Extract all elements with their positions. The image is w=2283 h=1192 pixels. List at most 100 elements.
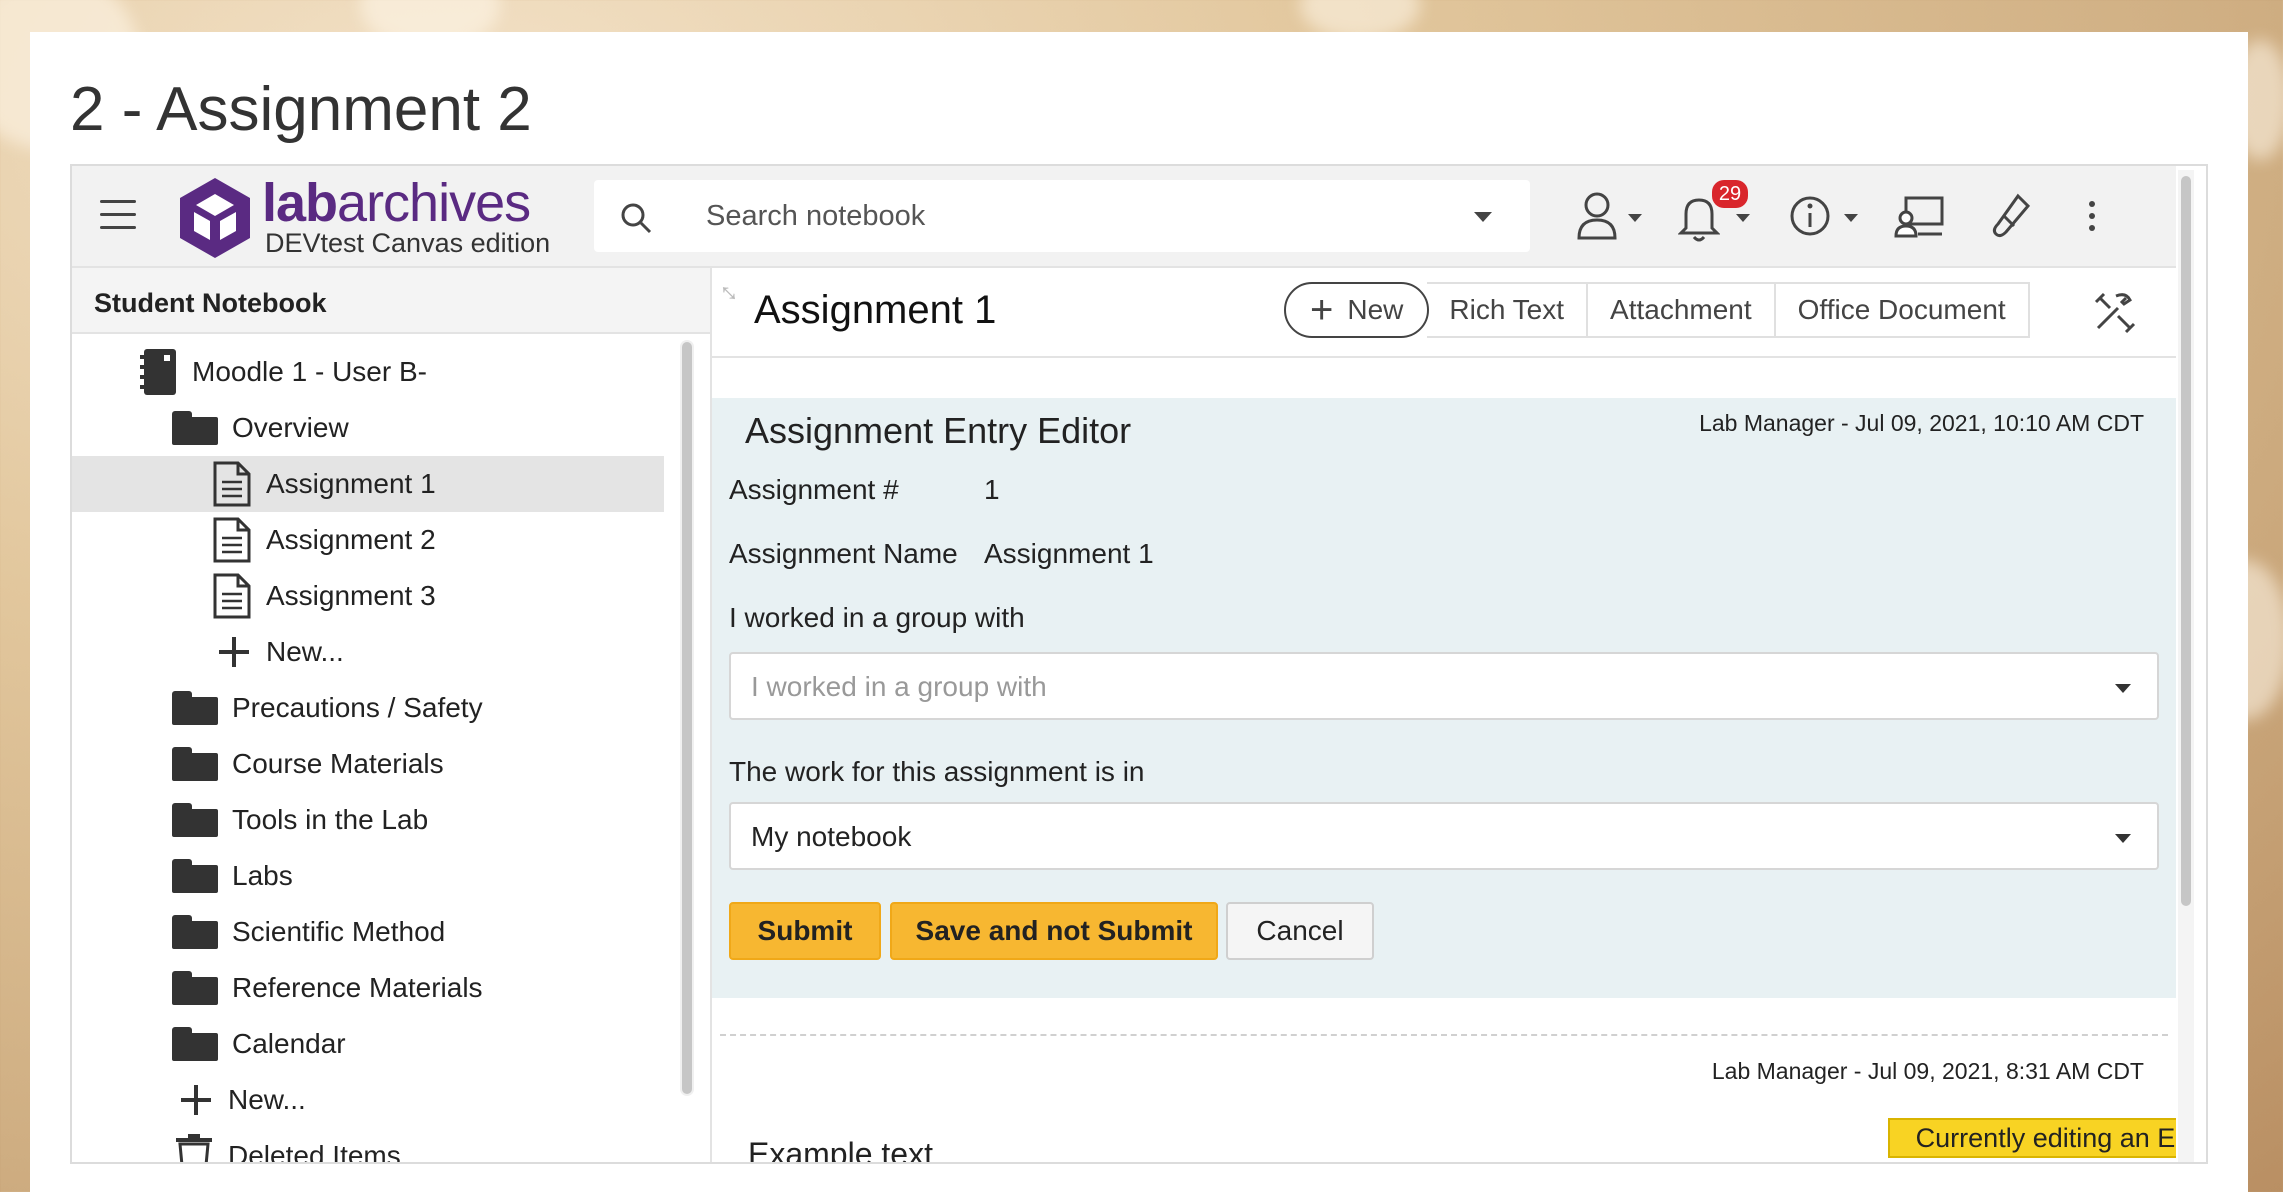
tree-page-assignment-1[interactable]: Assignment 1 (72, 456, 664, 512)
editing-status-badge: Currently editing an Entry (1888, 1118, 2176, 1158)
present-screen-icon[interactable] (1894, 188, 1946, 244)
assignment-number-value: 1 (984, 474, 1000, 505)
work-location-value: My notebook (751, 821, 912, 852)
plus-icon: + (1310, 288, 1334, 332)
office-document-button[interactable]: Office Document (1775, 282, 2030, 338)
page-label: Assignment 1 (266, 468, 436, 499)
group-select-placeholder: I worked in a group with (751, 671, 1047, 702)
assignment-number-label: Assignment # (729, 474, 899, 505)
folder-label: Reference Materials (232, 972, 483, 1003)
tree-folder[interactable]: Tools in the Lab (172, 792, 428, 848)
hamburger-menu-icon[interactable] (100, 200, 136, 230)
work-location-select[interactable]: My notebook (729, 802, 2159, 870)
add-entry-button-group: + New Rich Text Attachment Office Documen… (1284, 282, 2030, 338)
folder-label: Calendar (232, 1028, 346, 1059)
editor-title: Assignment Entry Editor (745, 410, 1132, 451)
folder-icon (172, 747, 218, 781)
resize-handle-icon[interactable]: ↔ (712, 269, 753, 311)
attachment-button[interactable]: Attachment (1588, 282, 1776, 338)
tree-folder[interactable]: Calendar (172, 1016, 346, 1072)
deleted-items-label: Deleted Items (228, 1140, 401, 1164)
folder-label: Labs (232, 860, 293, 891)
sidebar-title: Student Notebook (72, 268, 710, 334)
folder-label: Course Materials (232, 748, 444, 779)
folder-icon (172, 411, 218, 445)
tree-new-folder[interactable]: New... (178, 1072, 306, 1128)
notebook-icon (140, 349, 176, 395)
page-panel: 2 - Assignment 2 labarchives DEVtest Can… (30, 32, 2248, 1192)
save-not-submit-button[interactable]: Save and not Submit (890, 902, 1218, 960)
tree-folder-overview[interactable]: Overview (172, 400, 349, 456)
info-caret-icon[interactable] (1844, 214, 1858, 222)
tree-folder[interactable]: Labs (172, 848, 293, 904)
page-header: ↔ Assignment 1 + New Rich Text Attachment… (712, 268, 2176, 358)
submit-button[interactable]: Submit (729, 902, 881, 960)
plus-icon (181, 1085, 211, 1115)
plus-icon (219, 637, 249, 667)
labarchives-logo-icon (180, 178, 250, 258)
tree-folder[interactable]: Reference Materials (172, 960, 483, 1016)
entry-meta: Lab Manager - Jul 09, 2021, 8:31 AM CDT (1711, 1058, 2144, 1084)
search-bar[interactable]: Search notebook (594, 180, 1530, 252)
more-options-icon[interactable] (2082, 188, 2102, 244)
tree-folder[interactable]: Course Materials (172, 736, 444, 792)
notebook-sidebar: Student Notebook Moodle 1 - User B- Over… (72, 268, 712, 1164)
chevron-down-icon (2115, 684, 2131, 693)
brand-name: labarchives (262, 173, 531, 233)
folder-label: Tools in the Lab (232, 804, 429, 835)
notifications-caret-icon[interactable] (1736, 214, 1750, 222)
chevron-down-icon (2115, 834, 2131, 843)
tree-page-assignment-2[interactable]: Assignment 2 (212, 512, 436, 568)
folder-icon (172, 1027, 218, 1061)
page-label: Assignment 2 (266, 524, 436, 555)
folder-icon (172, 859, 218, 893)
info-icon[interactable] (1788, 188, 1832, 244)
user-icon[interactable] (1576, 188, 1618, 244)
new-entry-button[interactable]: + New (1284, 282, 1430, 338)
page-icon (213, 461, 251, 507)
top-bar: labarchives DEVtest Canvas edition Searc… (72, 166, 2176, 268)
assignment-name-label: Assignment Name (729, 538, 958, 569)
assignment-name-value: Assignment 1 (984, 538, 1154, 569)
user-menu-caret-icon[interactable] (1628, 214, 1642, 222)
folder-label: Overview (232, 412, 349, 443)
tree-new-page[interactable]: New... (216, 624, 344, 680)
page-icon (213, 573, 251, 619)
main-scrollbar[interactable] (2178, 170, 2194, 1162)
group-label: I worked in a group with (729, 602, 1025, 633)
edition-label: DEVtest Canvas edition (265, 228, 551, 258)
tree-deleted-items[interactable]: Deleted Items (174, 1128, 401, 1164)
page-label: Assignment 3 (266, 580, 436, 611)
folder-label: Precautions / Safety (232, 692, 483, 723)
search-input[interactable]: Search notebook (706, 200, 925, 233)
page-content: ↔ Assignment 1 + New Rich Text Attachment… (712, 268, 2176, 1162)
tools-icon[interactable] (2092, 290, 2136, 334)
tree-folder[interactable]: Precautions / Safety (172, 680, 483, 736)
main-scroll-thumb[interactable] (2181, 176, 2191, 906)
tree-notebook[interactable]: Moodle 1 - User B- (138, 344, 427, 400)
cancel-button[interactable]: Cancel (1226, 902, 1374, 960)
tree-page-assignment-3[interactable]: Assignment 3 (212, 568, 436, 624)
sidebar-scroll-thumb[interactable] (682, 342, 692, 1094)
group-select[interactable]: I worked in a group with (729, 652, 2159, 720)
search-dropdown-icon[interactable] (1474, 212, 1492, 222)
editor-meta: Lab Manager - Jul 09, 2021, 10:10 AM CDT (1699, 410, 2144, 436)
notebook-name: Moodle 1 - User B- (192, 356, 427, 387)
page-icon (213, 517, 251, 563)
labarchives-frame: labarchives DEVtest Canvas edition Searc… (70, 164, 2208, 1164)
new-folder-label: New... (228, 1084, 306, 1115)
folder-icon (172, 915, 218, 949)
search-icon (621, 203, 652, 234)
assignment-entry-editor: Assignment Entry Editor Lab Manager - Ju… (712, 398, 2176, 998)
page-title: 2 - Assignment 2 (70, 75, 532, 144)
folder-icon (172, 803, 218, 837)
sidebar-scrollbar[interactable] (680, 340, 694, 1096)
tree-folder[interactable]: Scientific Method (172, 904, 445, 960)
entry-text[interactable]: Example text (748, 1136, 933, 1162)
new-page-label: New... (266, 636, 344, 667)
notification-count-badge: 29 (1712, 180, 1748, 208)
test-tube-icon[interactable] (1990, 188, 2034, 244)
trash-icon (176, 1134, 212, 1162)
notebook-tree: Moodle 1 - User B- Overview Assignment 1 (72, 334, 672, 1164)
rich-text-button[interactable]: Rich Text (1427, 282, 1589, 338)
